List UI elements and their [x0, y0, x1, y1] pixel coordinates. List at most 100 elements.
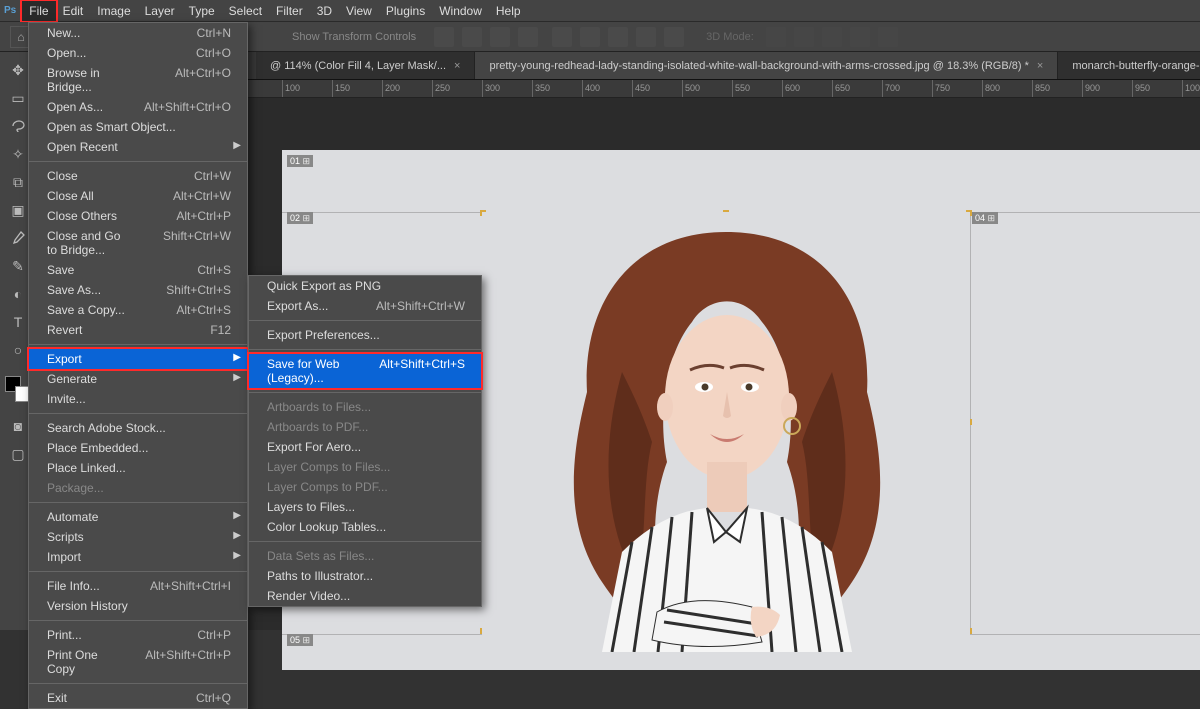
- menubar: Ps FileEditImageLayerTypeSelectFilter3DV…: [0, 0, 1200, 22]
- menu-item-label: Paths to Illustrator...: [267, 569, 373, 583]
- menu-item[interactable]: Browse in Bridge...Alt+Ctrl+O: [29, 63, 247, 97]
- menu-item-label: Export For Aero...: [267, 440, 361, 454]
- align-icon[interactable]: [518, 27, 538, 47]
- menu-item[interactable]: Print...Ctrl+P: [29, 625, 247, 645]
- slice-label: 04 ⊞: [972, 212, 998, 224]
- menu-item[interactable]: Generate▶: [29, 369, 247, 389]
- dist-icon[interactable]: [580, 27, 600, 47]
- menu-item[interactable]: RevertF12: [29, 320, 247, 340]
- menu-item[interactable]: Version History: [29, 596, 247, 616]
- menu-window[interactable]: Window: [432, 1, 489, 21]
- ruler-tick: 1000: [1182, 80, 1200, 97]
- menu-3d[interactable]: 3D: [310, 1, 339, 21]
- menu-item[interactable]: Color Lookup Tables...: [249, 517, 481, 537]
- menu-item-shortcut: Alt+Shift+Ctrl+I: [150, 579, 231, 593]
- menu-filter[interactable]: Filter: [269, 1, 310, 21]
- document-tab[interactable]: @ 114% (Color Fill 4, Layer Mask/...×: [256, 52, 475, 79]
- ruler-tick: 350: [532, 80, 550, 97]
- menu-item[interactable]: Import▶: [29, 547, 247, 567]
- ruler-tick: 450: [632, 80, 650, 97]
- menu-item[interactable]: Scripts▶: [29, 527, 247, 547]
- menu-help[interactable]: Help: [489, 1, 528, 21]
- menu-item[interactable]: Place Linked...: [29, 458, 247, 478]
- menu-select[interactable]: Select: [222, 1, 269, 21]
- menu-item: Layer Comps to PDF...: [249, 477, 481, 497]
- menu-item: Artboards to Files...: [249, 397, 481, 417]
- menu-plugins[interactable]: Plugins: [379, 1, 432, 21]
- menu-item[interactable]: Export For Aero...: [249, 437, 481, 457]
- menu-view[interactable]: View: [339, 1, 379, 21]
- menu-item[interactable]: Open Recent▶: [29, 137, 247, 157]
- menu-item[interactable]: Close AllAlt+Ctrl+W: [29, 186, 247, 206]
- align-icon[interactable]: [462, 27, 482, 47]
- menu-item[interactable]: Paths to Illustrator...: [249, 566, 481, 586]
- dist-icon[interactable]: [608, 27, 628, 47]
- menu-item-shortcut: Alt+Shift+Ctrl+P: [145, 648, 231, 676]
- menu-item-label: Artboards to Files...: [267, 400, 371, 414]
- menu-item[interactable]: Close OthersAlt+Ctrl+P: [29, 206, 247, 226]
- menu-item-label: Print...: [47, 628, 82, 642]
- menu-item[interactable]: Export▶: [29, 349, 247, 369]
- close-icon[interactable]: ×: [1037, 60, 1043, 72]
- 3d-icon[interactable]: [794, 27, 814, 47]
- menu-layer[interactable]: Layer: [138, 1, 182, 21]
- 3d-icon[interactable]: [766, 27, 786, 47]
- menu-item[interactable]: Save for Web (Legacy)...Alt+Shift+Ctrl+S: [249, 354, 481, 388]
- dist-icon[interactable]: [552, 27, 572, 47]
- menu-item[interactable]: ExitCtrl+Q: [29, 688, 247, 708]
- 3d-icon[interactable]: [850, 27, 870, 47]
- ruler-tick: 900: [1082, 80, 1100, 97]
- menu-item-label: Export: [47, 352, 82, 366]
- menu-item[interactable]: New...Ctrl+N: [29, 23, 247, 43]
- menu-item-shortcut: Alt+Ctrl+S: [176, 303, 231, 317]
- menu-item-label: Open Recent: [47, 140, 118, 154]
- menu-item[interactable]: Save As...Shift+Ctrl+S: [29, 280, 247, 300]
- menu-item[interactable]: File Info...Alt+Shift+Ctrl+I: [29, 576, 247, 596]
- menu-item-label: Close: [47, 169, 78, 183]
- 3d-icon[interactable]: [878, 27, 898, 47]
- align-icon[interactable]: [434, 27, 454, 47]
- menu-item-label: Import: [47, 550, 81, 564]
- menu-separator: [29, 620, 247, 621]
- menu-item[interactable]: Save a Copy...Alt+Ctrl+S: [29, 300, 247, 320]
- menu-item[interactable]: Place Embedded...: [29, 438, 247, 458]
- menu-separator: [29, 502, 247, 503]
- menu-file[interactable]: File: [22, 1, 55, 21]
- menu-item[interactable]: Quick Export as PNG: [249, 276, 481, 296]
- more-icon[interactable]: [664, 27, 684, 47]
- close-icon[interactable]: ×: [454, 60, 460, 72]
- menu-item[interactable]: Search Adobe Stock...: [29, 418, 247, 438]
- ruler-tick: 750: [932, 80, 950, 97]
- document-tab[interactable]: pretty-young-redhead-lady-standing-isola…: [475, 52, 1058, 79]
- menu-item[interactable]: Open as Smart Object...: [29, 117, 247, 137]
- document-tab[interactable]: monarch-butterfly-orange-mexican-sunflow…: [1058, 52, 1200, 79]
- menu-item[interactable]: Automate▶: [29, 507, 247, 527]
- 3d-icon[interactable]: [822, 27, 842, 47]
- align-icon[interactable]: [490, 27, 510, 47]
- menu-edit[interactable]: Edit: [56, 1, 91, 21]
- menu-item-label: Layer Comps to Files...: [267, 460, 390, 474]
- menu-image[interactable]: Image: [90, 1, 137, 21]
- menu-item[interactable]: Export As...Alt+Shift+Ctrl+W: [249, 296, 481, 316]
- menu-item[interactable]: Export Preferences...: [249, 325, 481, 345]
- menu-item[interactable]: SaveCtrl+S: [29, 260, 247, 280]
- menu-item-label: Data Sets as Files...: [267, 549, 374, 563]
- menu-item-label: Open...: [47, 46, 86, 60]
- menu-type[interactable]: Type: [182, 1, 222, 21]
- menu-item[interactable]: Open As...Alt+Shift+Ctrl+O: [29, 97, 247, 117]
- file-menu: New...Ctrl+NOpen...Ctrl+OBrowse in Bridg…: [28, 22, 248, 709]
- menu-item[interactable]: CloseCtrl+W: [29, 166, 247, 186]
- menu-item[interactable]: Invite...: [29, 389, 247, 409]
- menu-item-label: Open As...: [47, 100, 103, 114]
- menu-item: Layer Comps to Files...: [249, 457, 481, 477]
- menu-item[interactable]: Close and Go to Bridge...Shift+Ctrl+W: [29, 226, 247, 260]
- menu-item-label: Close Others: [47, 209, 117, 223]
- menu-item-label: Search Adobe Stock...: [47, 421, 166, 435]
- menu-item[interactable]: Layers to Files...: [249, 497, 481, 517]
- menu-item[interactable]: Render Video...: [249, 586, 481, 606]
- dist-icon[interactable]: [636, 27, 656, 47]
- menu-item-label: Render Video...: [267, 589, 350, 603]
- menu-separator: [29, 683, 247, 684]
- menu-item[interactable]: Print One CopyAlt+Shift+Ctrl+P: [29, 645, 247, 679]
- menu-item[interactable]: Open...Ctrl+O: [29, 43, 247, 63]
